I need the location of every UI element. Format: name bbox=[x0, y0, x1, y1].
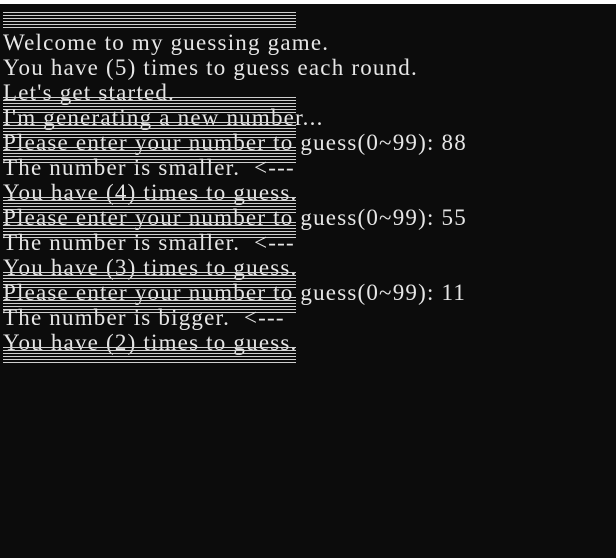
console-line: You have (5) times to guess each round. bbox=[3, 55, 418, 80]
console-line: Welcome to my guessing game. bbox=[3, 30, 330, 55]
console-line: The number is smaller. <--- bbox=[3, 230, 295, 255]
console-line: The number is bigger. <--- bbox=[3, 305, 285, 330]
console-output: Welcome to my guessing game. You have (5… bbox=[3, 8, 616, 363]
console-window[interactable]: Welcome to my guessing game. You have (5… bbox=[0, 4, 616, 558]
console-line: The number is smaller. <--- bbox=[3, 155, 295, 180]
